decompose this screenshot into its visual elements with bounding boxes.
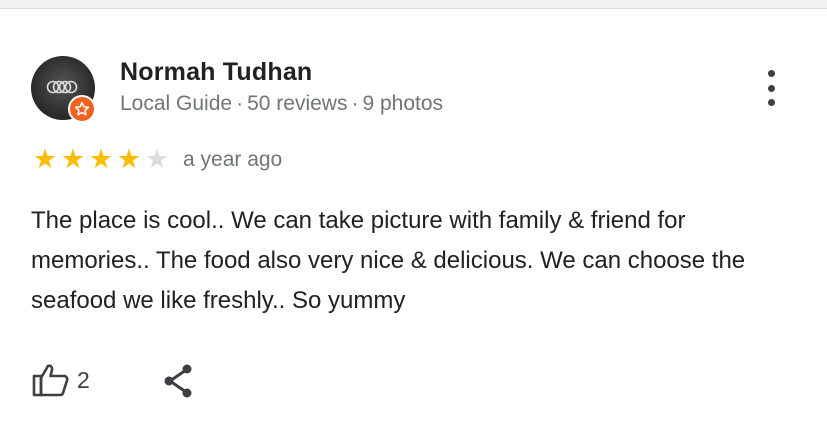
star-empty-icon: ★ [144, 144, 170, 175]
star-filled-icon: ★ [116, 144, 142, 175]
meta-separator: · [236, 92, 244, 115]
more-vert-icon [767, 99, 775, 106]
star-filled-icon: ★ [60, 144, 86, 175]
share-icon [164, 364, 192, 398]
like-button[interactable]: 2 [31, 362, 90, 398]
review-age: a year ago [183, 148, 283, 171]
star-rating: ★ ★ ★ ★ ★ [31, 146, 171, 173]
car-logo-icon [46, 80, 78, 94]
meta-separator: · [351, 92, 359, 115]
star-filled-icon: ★ [88, 144, 114, 175]
top-divider [0, 0, 827, 9]
more-vert-icon [767, 70, 775, 77]
more-options-button[interactable] [760, 70, 782, 106]
review-text: The place is cool.. We can take picture … [31, 207, 746, 314]
local-guide-label: Local Guide [120, 92, 233, 115]
reviewer-meta[interactable]: Local Guide · 50 reviews · 9 photos [120, 92, 443, 116]
photo-count: 9 photos [362, 92, 444, 115]
review-card: Normah Tudhan Local Guide · 50 reviews · 9 p… [0, 0, 827, 440]
star-filled-icon: ★ [32, 144, 58, 175]
reviewer-name[interactable]: Normah Tudhan [120, 58, 312, 87]
thumbs-up-icon [32, 364, 69, 397]
share-button[interactable] [160, 362, 198, 400]
star-badge-icon [74, 101, 90, 116]
like-count: 2 [77, 366, 90, 393]
local-guide-badge-icon [68, 95, 96, 123]
more-vert-icon [767, 84, 775, 92]
review-count: 50 reviews [247, 92, 348, 115]
